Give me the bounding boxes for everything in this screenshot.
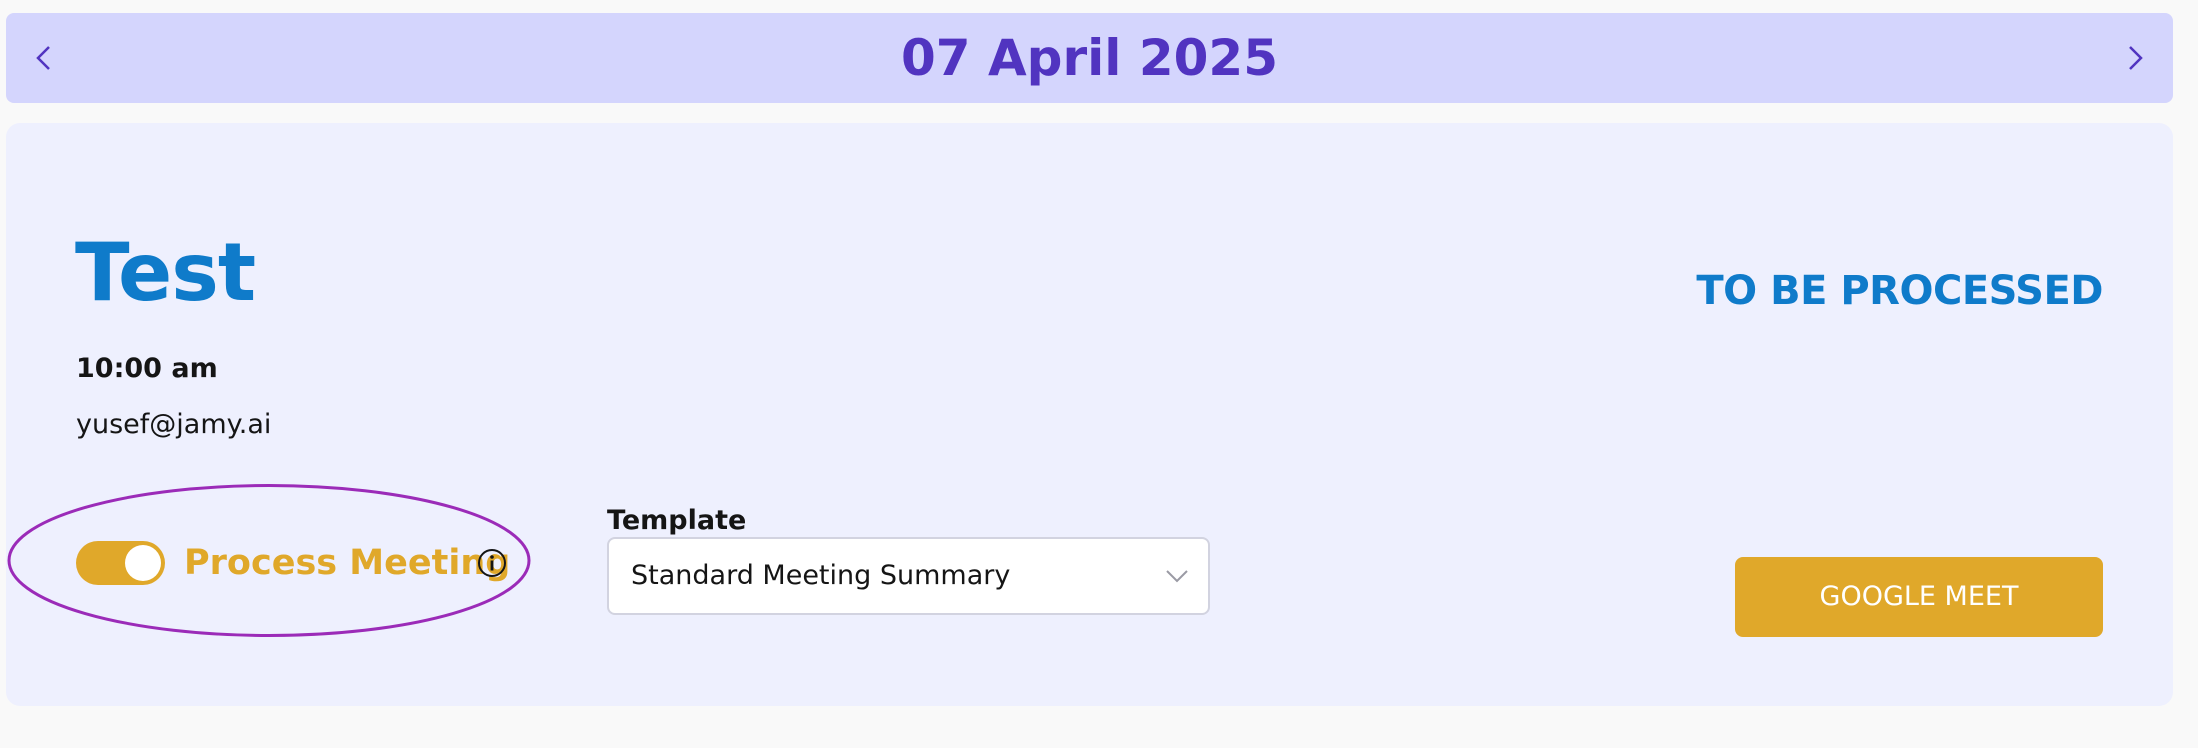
meeting-time: 10:00 am xyxy=(76,353,218,384)
info-icon[interactable] xyxy=(477,548,507,578)
chevron-right-icon xyxy=(2129,46,2143,70)
meeting-card: Test 10:00 am yusef@jamy.ai TO BE PROCES… xyxy=(6,123,2173,706)
toggle-knob xyxy=(125,545,161,581)
process-meeting-label: Process Meeting xyxy=(184,543,511,583)
meeting-email: yusef@jamy.ai xyxy=(76,409,272,440)
date-navigation-bar: 07 April 2025 xyxy=(6,13,2173,103)
next-day-button[interactable] xyxy=(2105,13,2165,103)
current-date: 07 April 2025 xyxy=(901,29,1278,87)
template-selected-value: Standard Meeting Summary xyxy=(631,560,1011,591)
template-label: Template xyxy=(607,505,747,536)
status-badge: TO BE PROCESSED xyxy=(1696,268,2103,314)
google-meet-button[interactable]: GOOGLE MEET xyxy=(1735,557,2103,637)
template-select[interactable]: Standard Meeting Summary xyxy=(607,537,1210,615)
process-meeting-control: Process Meeting xyxy=(6,483,532,638)
process-meeting-toggle[interactable] xyxy=(76,541,165,585)
chevron-down-icon xyxy=(1166,570,1188,583)
meeting-title: Test xyxy=(75,226,256,319)
